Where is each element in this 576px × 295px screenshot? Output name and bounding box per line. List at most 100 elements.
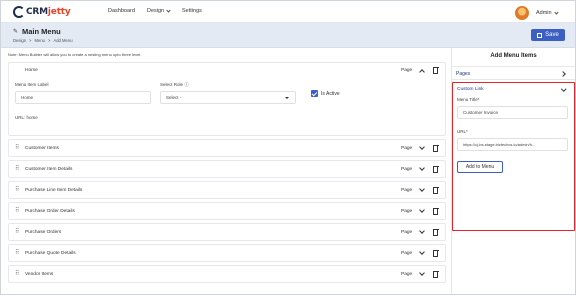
chevron-up-icon[interactable] [419,69,425,75]
drag-handle-icon[interactable]: ⠿ [15,270,19,277]
chevron-right-icon [560,71,566,77]
menu-item-label-input[interactable]: Home [15,91,151,104]
url-value: https://cj-bs-stage.biztechcs.io/admin/h… [463,142,536,147]
menu-item-row[interactable]: ⠿ Vendor Items Page [8,265,446,283]
add-menu-items-title: Add Menu Items [490,53,537,59]
menu-item-row[interactable]: ⠿ Customer Item Details Page [8,160,446,178]
drag-handle-icon[interactable]: ⠿ [15,228,19,235]
save-button[interactable]: Save [531,29,565,41]
menu-item-row[interactable]: ⠿ Purchase Line Item Details Page [8,181,446,199]
top-nav: CRM jetty Dashboard Design Settings Admi… [1,1,575,23]
menu-item-label-value: Home [21,95,34,100]
breadcrumb-design[interactable]: Design [13,38,26,43]
drag-handle-icon[interactable]: ⠿ [15,207,19,214]
breadcrumb-menu[interactable]: Menu [35,38,45,43]
menu-item-type: Page [401,167,413,172]
chevron-down-icon[interactable] [419,228,425,234]
menu-item-label-label: Menu Item Label [15,82,49,87]
logo-text-crm: CRM [26,7,48,17]
chevron-down-icon[interactable] [419,270,425,276]
is-active-label: Is Active [321,91,340,97]
menu-item-type: Page [401,209,413,214]
builder-note: Note: Menu Builder will allow you to cre… [8,52,142,57]
trash-icon[interactable] [432,249,439,257]
breadcrumb-separator: > [29,38,32,43]
pages-label: Pages [456,71,471,77]
menu-item-type: Page [401,251,413,256]
select-role-value: Select - [166,95,182,100]
menu-item-type: Page [401,230,413,235]
pages-accordion[interactable]: Pages [452,66,575,80]
menu-item-title: Purchase Quote Details [25,251,76,256]
page-header: ✎ Main Menu Design > Menu > Add Menu Sav… [1,23,575,48]
menu-item-type: Page [401,272,413,277]
nav-settings-label: Settings [182,8,202,14]
url-label: URL* [457,129,468,134]
trash-icon[interactable] [432,66,439,74]
url-input[interactable]: https://cj-bs-stage.biztechcs.io/admin/h… [457,138,568,151]
menu-item-row[interactable]: ⠿ Purchase Order Details Page [8,202,446,220]
menu-item-title: Purchase Line Item Details [25,188,83,193]
menu-item-url: URL: home [15,115,38,120]
trash-icon[interactable] [432,186,439,194]
add-menu-items-panel: Add Menu Items Pages Custom Link Menu Ti… [452,48,575,294]
nav-design-label: Design [147,8,165,14]
trash-icon[interactable] [432,144,439,152]
add-to-menu-label: Add to Menu [465,164,495,170]
menu-title-value: Customer Invoice [463,110,499,115]
pencil-icon: ✎ [13,29,19,35]
chevron-down-icon[interactable] [419,144,425,150]
custom-link-title[interactable]: Custom Link [457,87,484,92]
menu-item-title: Customer Item Details [25,167,73,172]
drag-handle-icon[interactable]: ⠿ [15,186,19,193]
avatar[interactable] [515,6,529,20]
select-role-dropdown[interactable]: Select - [160,91,296,104]
drag-handle-icon[interactable]: ⠿ [15,249,19,256]
caret-down-icon [285,97,289,99]
drag-handle-icon[interactable]: ⠿ [15,165,19,172]
drag-handle-icon[interactable]: ⠿ [15,144,19,151]
trash-icon[interactable] [432,270,439,278]
trash-icon[interactable] [432,207,439,215]
menu-item-type: Page [401,188,413,193]
add-to-menu-button[interactable]: Add to Menu [457,161,503,173]
menu-title-input[interactable]: Customer Invoice [457,106,568,119]
chevron-down-icon [166,7,171,13]
chevron-down-icon[interactable] [419,207,425,213]
trash-icon[interactable] [432,228,439,236]
menu-title-label: Menu Title* [457,97,480,102]
chevron-down-icon [553,9,559,15]
menu-item-title: Customer Items [25,146,59,151]
user-menu[interactable]: Admin [536,9,559,16]
nav-design[interactable]: Design [147,7,171,14]
user-name: Admin [536,10,552,16]
select-role-label: Select Role ⓘ [160,82,189,88]
custom-link-section: Custom Link Menu Title* Customer Invoice… [452,82,575,231]
menu-item-home: Home Page Menu Item Label Home Select Ro… [8,62,446,136]
menu-item-type: Page [401,68,413,73]
nav-settings[interactable]: Settings [182,8,202,14]
menu-builder-panel: Note: Menu Builder will allow you to cre… [1,48,451,294]
trash-icon[interactable] [432,165,439,173]
menu-item-row[interactable]: ⠿ Customer Items Page [8,139,446,157]
chevron-down-icon[interactable] [561,86,567,92]
breadcrumb-add-menu: Add Menu [53,38,73,43]
info-icon: ⓘ [184,82,189,87]
nav-dashboard-label: Dashboard [108,8,135,14]
chevron-down-icon[interactable] [419,186,425,192]
menu-item-type: Page [401,146,413,151]
is-active-checkbox[interactable] [311,90,318,97]
menu-item-title: Purchase Orders [25,230,62,235]
save-icon [537,32,543,38]
save-button-label: Save [545,32,559,38]
nav-dashboard[interactable]: Dashboard [108,8,135,14]
logo-text-jetty: jetty [47,7,71,17]
menu-item-row[interactable]: ⠿ Purchase Quote Details Page [8,244,446,262]
menu-item-row[interactable]: ⠿ Purchase Orders Page [8,223,446,241]
crmjetty-logo[interactable]: CRM jetty [13,5,71,19]
select-role-text: Select Role [160,82,184,87]
chevron-down-icon[interactable] [419,249,425,255]
menu-item-title: Home [25,68,38,73]
chevron-down-icon[interactable] [419,165,425,171]
logo-mark-icon [13,6,25,18]
